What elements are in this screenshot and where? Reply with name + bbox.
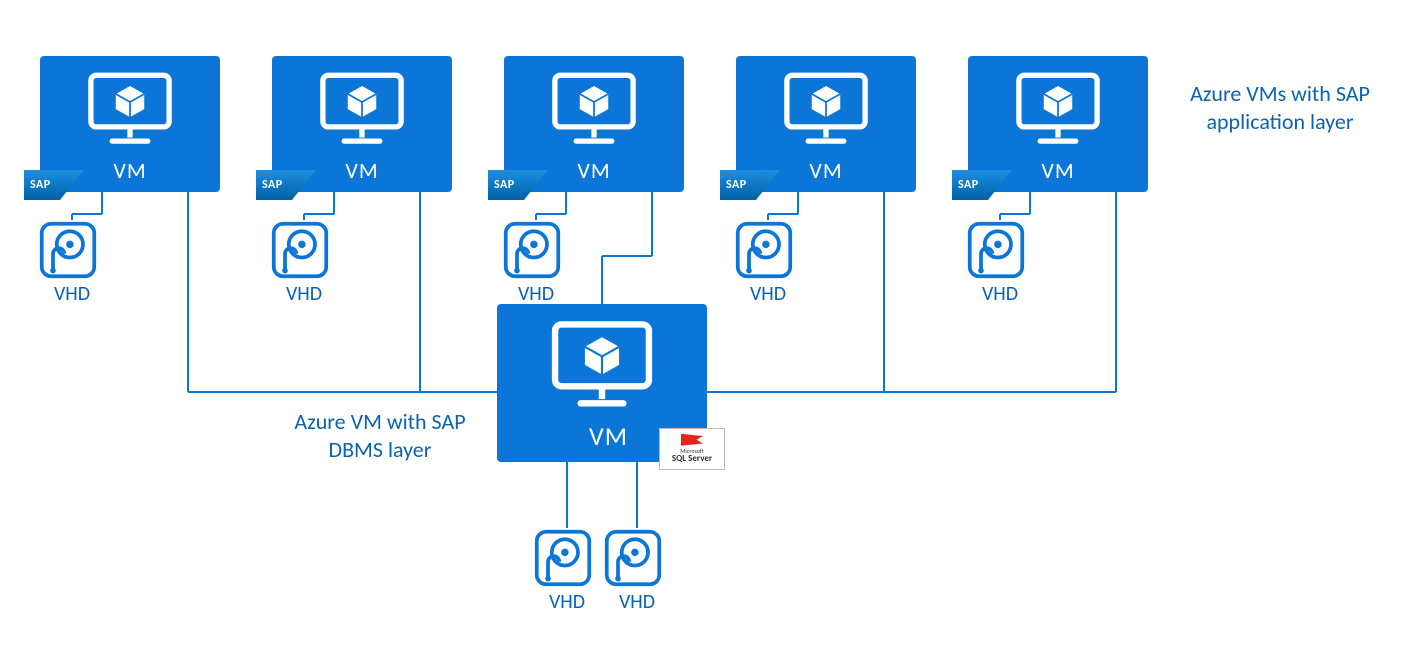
vhd-label: VHD xyxy=(734,282,802,306)
vm-monitor-icon xyxy=(317,70,407,150)
disk-icon xyxy=(734,220,794,280)
disk-icon xyxy=(38,220,98,280)
app-vm-2: VM SAP xyxy=(272,56,452,192)
caption-dbms-layer: Azure VM with SAP DBMS layer xyxy=(280,408,480,463)
sqlserver-main: SQL Server xyxy=(672,454,712,464)
app-vm-4: VM SAP xyxy=(736,56,916,192)
vm-monitor-icon xyxy=(781,70,871,150)
vhd-label: VHD xyxy=(38,282,106,306)
vhd-label: VHD xyxy=(270,282,338,306)
sql-server-badge-icon: Microsoft SQL Server xyxy=(659,428,725,470)
vhd-app-4: VHD xyxy=(734,220,802,306)
vhd-label: VHD xyxy=(502,282,570,306)
vhd-app-3: VHD xyxy=(502,220,570,306)
vm-monitor-icon xyxy=(1013,70,1103,150)
vhd-dbms-2: VHD xyxy=(603,528,671,614)
dbms-vm: VM Microsoft SQL Server xyxy=(497,304,707,462)
vhd-dbms-1: VHD xyxy=(533,528,601,614)
vm-monitor-icon xyxy=(549,70,639,150)
app-vm-5: VM SAP xyxy=(968,56,1148,192)
vm-monitor-icon xyxy=(547,318,657,414)
vhd-label: VHD xyxy=(533,590,601,614)
app-vm-3: VM SAP xyxy=(504,56,684,192)
disk-icon xyxy=(533,528,593,588)
caption-app-layer: Azure VMs with SAP application layer xyxy=(1170,80,1390,135)
vhd-label: VHD xyxy=(603,590,671,614)
app-vm-1: VM SAP xyxy=(40,56,220,192)
vhd-app-5: VHD xyxy=(966,220,1034,306)
vhd-app-2: VHD xyxy=(270,220,338,306)
vhd-label: VHD xyxy=(966,282,1034,306)
vhd-app-1: VHD xyxy=(38,220,106,306)
disk-icon xyxy=(603,528,663,588)
disk-icon xyxy=(270,220,330,280)
disk-icon xyxy=(966,220,1026,280)
vm-monitor-icon xyxy=(85,70,175,150)
disk-icon xyxy=(502,220,562,280)
